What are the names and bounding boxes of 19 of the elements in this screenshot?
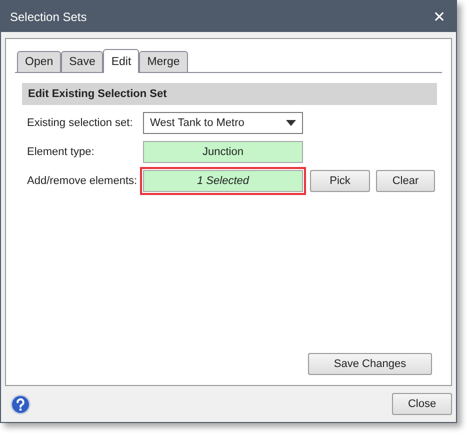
section-header: Edit Existing Selection Set [22, 83, 437, 105]
tab[interactable]: Open [17, 51, 62, 72]
selection-set-dropdown[interactable]: West Tank to Metro [143, 112, 303, 134]
close-button[interactable]: ✕ [431, 8, 448, 26]
selected-elements-field: 1 Selected [143, 170, 303, 192]
save-changes-button[interactable]: Save Changes [308, 353, 432, 375]
help-icon[interactable] [10, 394, 31, 414]
tab[interactable]: Save [61, 51, 104, 72]
field-label: Element type: [27, 146, 96, 158]
tab[interactable]: Edit [103, 49, 140, 73]
close-dialog-button[interactable]: Close [392, 393, 452, 415]
element-type-field: Junction [143, 140, 303, 162]
tab[interactable]: Merge [139, 51, 188, 72]
field-label: Add/remove elements: [27, 174, 138, 186]
window-title: Selection Sets [10, 10, 87, 24]
caret-icon [286, 120, 296, 126]
pick-button[interactable]: Pick [310, 170, 370, 192]
field-label: Existing selection set: [27, 116, 134, 128]
clear-button[interactable]: Clear [376, 170, 435, 192]
